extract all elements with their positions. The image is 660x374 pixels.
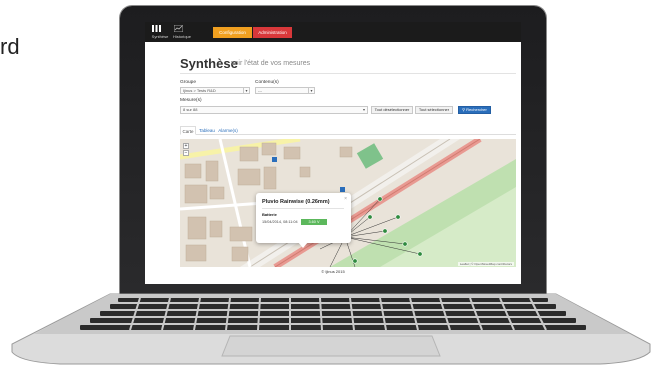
- nav-historique-label: Historique: [172, 34, 191, 39]
- nav-synthese[interactable]: Synthèse: [147, 24, 169, 40]
- groupe-select[interactable]: Ijinus > Tests R&D ▾: [180, 87, 250, 94]
- popup-divider: [262, 208, 344, 209]
- map-attribution[interactable]: Leaflet | © OpenStreetMap contributors: [457, 262, 514, 266]
- edge-text: rd: [0, 34, 20, 59]
- groupe-label: Groupe: [180, 80, 196, 85]
- zoom-out-button[interactable]: −: [183, 150, 189, 156]
- screen: Synthèse Historique Configuration Admini…: [145, 22, 521, 284]
- grid-icon: [152, 25, 161, 32]
- close-icon[interactable]: ×: [344, 196, 347, 202]
- page-footer: © Ijinus 2015: [321, 269, 345, 274]
- chevron-down-icon: ▾: [308, 88, 314, 93]
- zoom-in-button[interactable]: +: [183, 143, 189, 149]
- mesures-select-value: 8 sur 88: [183, 107, 198, 112]
- nav-historique[interactable]: Historique: [169, 24, 191, 40]
- contenus-label: Contenu(s): [255, 80, 279, 85]
- deselect-all-button[interactable]: Tout désélectionner: [371, 106, 413, 114]
- tab-alarmes[interactable]: Alarme(s): [218, 126, 238, 135]
- popup-value-badge: 3.60 V: [301, 219, 327, 225]
- search-button-label: Rechercher: [466, 107, 487, 112]
- popup-label: Batterie: [262, 212, 277, 217]
- laptop-base: [11, 293, 651, 365]
- search-button[interactable]: ⚲ Rechercher: [458, 106, 491, 114]
- top-navbar: Synthèse Historique Configuration Admini…: [145, 22, 521, 42]
- administration-button[interactable]: Administration: [253, 27, 292, 38]
- popup-tip: [298, 242, 308, 248]
- popup-title: Pluvio Rainwise (0.26mm): [262, 199, 330, 205]
- page-title: Synthèse: [180, 56, 238, 71]
- map-popup: Pluvio Rainwise (0.26mm) × Batterie 15/0…: [256, 193, 351, 248]
- page-subtitle: voir l'état de vos mesures: [231, 60, 311, 67]
- chevron-down-icon: ▾: [243, 88, 249, 93]
- popup-date: 15/04/2014, 08:11:04: [262, 220, 298, 224]
- mesures-label: Mesure(s): [180, 98, 202, 103]
- groupe-select-value: Ijinus > Tests R&D: [183, 88, 216, 93]
- tab-carte[interactable]: Carte: [180, 126, 196, 135]
- contenus-select[interactable]: --- ▾: [255, 87, 315, 94]
- select-all-button[interactable]: Tout sélectionner: [415, 106, 453, 114]
- map[interactable]: + − Pluvio Rainwise (0.26mm) × Batterie …: [180, 139, 516, 267]
- chevron-down-icon: ▾: [362, 107, 365, 112]
- view-tabs: Carte Tableau Alarme(s): [180, 126, 516, 135]
- tab-tableau[interactable]: Tableau: [198, 126, 216, 135]
- chart-icon: [174, 25, 183, 32]
- contenus-select-value: ---: [258, 88, 262, 93]
- header-divider: [180, 73, 516, 74]
- mesures-select[interactable]: 8 sur 88 ▾: [180, 106, 368, 114]
- configuration-button[interactable]: Configuration: [213, 27, 252, 38]
